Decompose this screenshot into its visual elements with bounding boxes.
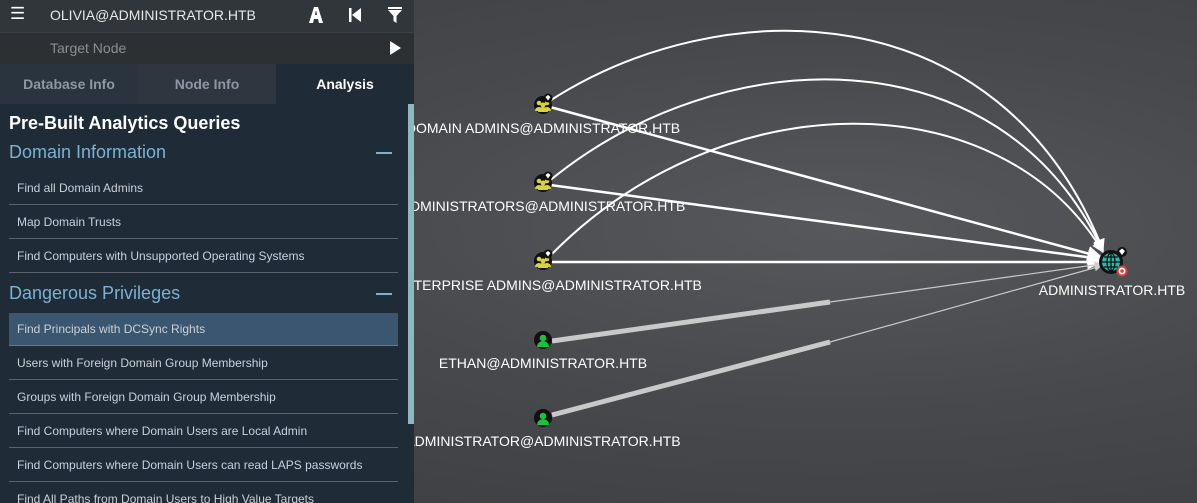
filter-icon[interactable] bbox=[385, 5, 405, 25]
query-domain-users-laps[interactable]: Find Computers where Domain Users can re… bbox=[9, 449, 398, 482]
play-icon[interactable] bbox=[385, 38, 405, 58]
query-domain-users-local-admin[interactable]: Find Computers where Domain Users are Lo… bbox=[9, 415, 398, 448]
panel-tabs: Database Info Node Info Analysis bbox=[0, 64, 414, 104]
start-node-input[interactable]: OLIVIA@ADMINISTRATOR.HTB bbox=[50, 7, 256, 23]
hamburger-menu-icon[interactable]: ☰ bbox=[10, 5, 28, 25]
high-value-icon bbox=[543, 249, 553, 259]
high-value-icon bbox=[1117, 247, 1127, 257]
target-node-search-row: Target Node bbox=[0, 33, 414, 65]
tab-node-info[interactable]: Node Info bbox=[138, 64, 276, 104]
edge-administrator-thin[interactable] bbox=[829, 264, 1102, 343]
query-unsupported-os[interactable]: Find Computers with Unsupported Operatin… bbox=[9, 240, 398, 273]
node-ethan[interactable] bbox=[534, 331, 552, 349]
node-enterprise-admins[interactable] bbox=[534, 249, 553, 271]
back-icon[interactable] bbox=[345, 5, 365, 25]
query-map-domain-trusts[interactable]: Map Domain Trusts bbox=[9, 206, 398, 239]
collapse-icon[interactable] bbox=[376, 293, 392, 295]
node-label: ENTERPRISE ADMINS@ADMINISTRATOR.HTB bbox=[394, 277, 702, 293]
tab-database-info[interactable]: Database Info bbox=[0, 64, 138, 104]
node-label: ADMINISTRATOR.HTB bbox=[1039, 282, 1186, 298]
path-finding-icon[interactable] bbox=[306, 5, 326, 25]
node-administrator-user[interactable] bbox=[534, 409, 552, 427]
scrollbar[interactable] bbox=[408, 104, 414, 424]
target-icon bbox=[1116, 265, 1128, 277]
edge-ethan-thick[interactable] bbox=[551, 299, 831, 344]
high-value-icon bbox=[543, 171, 553, 181]
analysis-content: Pre-Built Analytics Queries Domain Infor… bbox=[0, 104, 408, 503]
start-node-search-row: ☰ OLIVIA@ADMINISTRATOR.HTB bbox=[0, 0, 414, 33]
tab-analysis[interactable]: Analysis bbox=[276, 64, 414, 104]
query-users-foreign-group[interactable]: Users with Foreign Domain Group Membersh… bbox=[9, 347, 398, 380]
node-label: DOMAIN ADMINS@ADMINISTRATOR.HTB bbox=[406, 120, 680, 136]
node-label: ETHAN@ADMINISTRATOR.HTB bbox=[439, 355, 647, 371]
node-domain-admins[interactable] bbox=[534, 93, 553, 115]
target-node-input[interactable]: Target Node bbox=[50, 40, 126, 56]
edge-administrator-thick[interactable] bbox=[551, 339, 831, 418]
analysis-title: Pre-Built Analytics Queries bbox=[9, 113, 241, 133]
query-paths-high-value[interactable]: Find All Paths from Domain Users to High… bbox=[9, 483, 398, 503]
node-administrators[interactable] bbox=[534, 171, 553, 193]
node-label: ADMINISTRATOR@ADMINISTRATOR.HTB bbox=[405, 433, 680, 449]
section-domain-information[interactable]: Domain Information bbox=[9, 142, 166, 163]
collapse-icon[interactable] bbox=[376, 152, 392, 154]
query-dcsync-rights[interactable]: Find Principals with DCSync Rights bbox=[9, 313, 398, 346]
section-dangerous-privileges[interactable]: Dangerous Privileges bbox=[9, 283, 180, 304]
edge-administrators-arc[interactable] bbox=[547, 78, 1104, 253]
high-value-icon bbox=[543, 93, 553, 103]
query-find-all-domain-admins[interactable]: Find all Domain Admins bbox=[9, 172, 398, 205]
side-panel: ☰ OLIVIA@ADMINISTRATOR.HTB Target Node D… bbox=[0, 0, 414, 503]
edge-domainadmins-arc[interactable] bbox=[547, 29, 1105, 252]
edge-administrators-straight[interactable] bbox=[549, 183, 1103, 265]
query-groups-foreign-group[interactable]: Groups with Foreign Domain Group Members… bbox=[9, 381, 398, 414]
node-label: ADMINISTRATORS@ADMINISTRATOR.HTB bbox=[401, 198, 686, 214]
